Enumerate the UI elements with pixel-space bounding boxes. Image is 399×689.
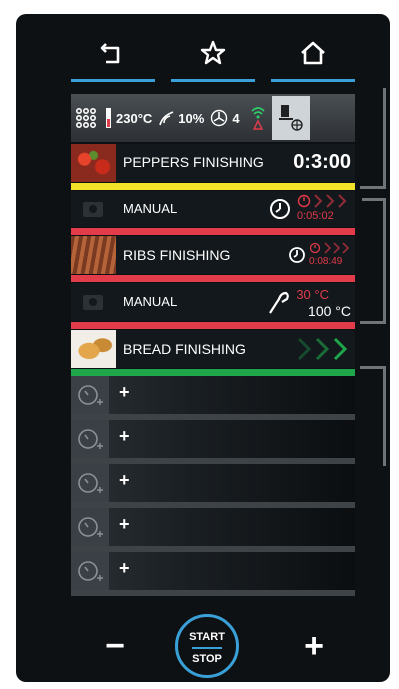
add-timer-icon	[71, 464, 109, 502]
program-name: RIBS FINISHING	[123, 247, 231, 263]
progress-chevrons-icon	[297, 337, 348, 361]
countdown-icon	[297, 194, 311, 208]
empty-slot-5[interactable]: +	[71, 552, 355, 596]
start-stop-button[interactable]: START STOP	[175, 614, 239, 678]
connection-status-icon	[271, 96, 310, 140]
home-button[interactable]	[271, 36, 355, 82]
status-bar[interactable]: 230°C 10% 4	[71, 94, 355, 142]
progress-chevrons-icon	[314, 194, 347, 208]
program-row-ribs[interactable]: RIBS FINISHING 0:08:49	[71, 236, 355, 274]
program-timer: 0:08:49	[309, 256, 343, 267]
back-arrow-icon	[100, 43, 120, 64]
empty-slot-1[interactable]: +	[71, 376, 355, 420]
program-timer: 0:3:00	[293, 151, 351, 173]
program-name: MANUAL	[123, 201, 178, 216]
bread-thumbnail	[71, 330, 116, 368]
add-timer-icon	[71, 552, 109, 590]
callout-bracket-1	[383, 88, 386, 188]
callout-bracket-3	[383, 366, 386, 466]
program-row-peppers[interactable]: PEPPERS FINISHING 0:3:00	[71, 144, 355, 182]
empty-slot-3[interactable]: +	[71, 464, 355, 508]
fan-icon	[210, 109, 228, 127]
favorite-underline	[171, 79, 255, 82]
program-timer: 0:05:02	[297, 210, 334, 222]
add-timer-icon	[71, 508, 109, 546]
program-progress-bar	[71, 322, 355, 329]
add-timer-icon	[71, 376, 109, 414]
program-row-manual-1[interactable]: MANUAL 0:05:02	[71, 191, 355, 227]
program-name: PEPPERS FINISHING	[123, 154, 264, 170]
minus-button[interactable]: −	[93, 628, 137, 664]
add-label: +	[119, 514, 130, 534]
callout-bracket-1-foot	[360, 186, 386, 189]
favorite-button[interactable]	[171, 36, 255, 82]
clock-icon	[270, 199, 290, 219]
slot-divider	[71, 590, 355, 596]
add-timer-icon	[71, 420, 109, 458]
progress-chevrons-icon	[324, 242, 350, 254]
plus-button[interactable]: +	[292, 628, 336, 664]
star-icon	[200, 40, 226, 65]
humidity-icon	[158, 109, 176, 127]
callout-bracket-2-foot	[360, 321, 386, 324]
ribs-thumbnail	[71, 236, 116, 274]
temperature-icon	[105, 107, 113, 129]
bottom-controls: − START STOP +	[71, 612, 355, 682]
tray-icon	[75, 106, 99, 130]
top-navigation	[71, 36, 355, 82]
home-underline	[271, 79, 355, 82]
humidity-value: 10%	[178, 110, 205, 126]
wifi-alert-icon	[250, 105, 266, 131]
program-progress-bar	[71, 228, 355, 235]
start-stop-divider	[192, 647, 222, 649]
clock-icon	[289, 247, 305, 263]
probe-current-temp: 30 °C	[296, 287, 329, 302]
stop-label: STOP	[192, 653, 222, 665]
add-label: +	[119, 426, 130, 446]
fan-value: 4	[232, 110, 240, 126]
add-label: +	[119, 382, 130, 402]
callout-bracket-3-head	[360, 366, 386, 369]
countdown-icon	[309, 242, 321, 254]
program-progress-bar	[71, 369, 355, 376]
program-row-manual-2[interactable]: MANUAL 30 °C 100 °C	[71, 283, 355, 321]
program-name: BREAD FINISHING	[123, 341, 246, 357]
add-label: +	[119, 470, 130, 490]
camera-placeholder-icon	[71, 283, 116, 321]
camera-placeholder-icon	[71, 191, 116, 227]
core-probe-icon	[269, 291, 289, 314]
callout-bracket-2	[383, 198, 386, 323]
peppers-thumbnail	[71, 144, 116, 182]
probe-target-temp: 100 °C	[308, 303, 351, 319]
home-icon	[301, 41, 325, 65]
temperature-value: 230°C	[116, 110, 153, 126]
program-name: MANUAL	[123, 294, 178, 309]
empty-slot-4[interactable]: +	[71, 508, 355, 552]
back-underline	[71, 79, 155, 82]
empty-slot-2[interactable]: +	[71, 420, 355, 464]
program-progress-bar	[71, 275, 355, 282]
callout-bracket-2-head	[362, 198, 386, 201]
program-progress-bar	[71, 183, 355, 190]
program-row-bread[interactable]: BREAD FINISHING	[71, 330, 355, 368]
back-button[interactable]	[71, 36, 155, 82]
add-label: +	[119, 558, 130, 578]
start-label: START	[189, 631, 225, 643]
